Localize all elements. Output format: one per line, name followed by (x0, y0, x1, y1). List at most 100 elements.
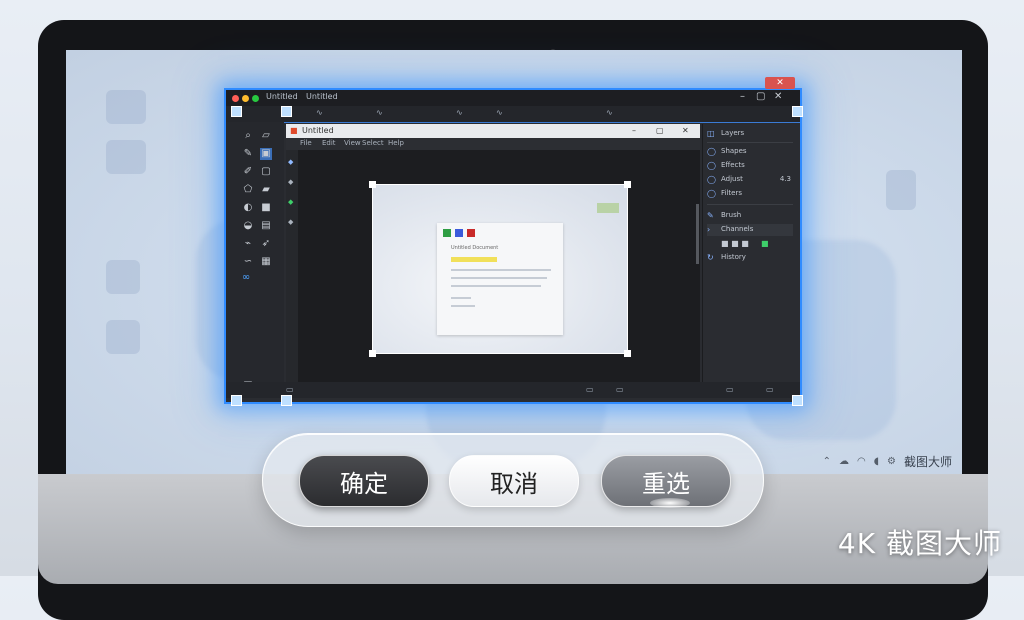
doc-menu-item[interactable]: File (300, 139, 312, 147)
document-titlebar: ■ Untitled – ▢ ✕ (286, 124, 700, 138)
corner-handle[interactable] (369, 181, 376, 188)
corner-handle[interactable] (624, 181, 631, 188)
pen-icon[interactable]: ✎ (242, 148, 254, 160)
minimize-icon[interactable]: – (632, 126, 636, 135)
panel-row[interactable]: ◯ Effects (707, 160, 793, 172)
panel-row[interactable]: ◯ Shapes (707, 146, 793, 158)
panel-row[interactable]: ↻ History (707, 252, 793, 264)
text-line (451, 269, 551, 271)
minimize-icon[interactable]: – (740, 91, 745, 102)
scrollbar[interactable] (696, 204, 699, 264)
resize-handle[interactable] (231, 395, 242, 406)
grid-icon[interactable]: ▦ (260, 256, 272, 268)
square-icon: ■ ■ ■ (721, 239, 749, 248)
tool-icon[interactable]: ∿ (496, 108, 510, 118)
resize-handle[interactable] (281, 106, 292, 117)
maximize-dot[interactable] (252, 95, 259, 102)
highlight-bar (451, 257, 497, 262)
close-capture-button[interactable]: ✕ (765, 77, 795, 89)
panel-row[interactable]: › Channels (707, 224, 793, 236)
close-dot[interactable] (232, 95, 239, 102)
background-tile (106, 320, 140, 354)
circle-icon: ◯ (707, 189, 716, 198)
resize-handle[interactable] (792, 106, 803, 117)
window-tab[interactable]: Untitled (306, 92, 338, 101)
eraser-icon[interactable]: ⬠ (242, 184, 254, 196)
restore-icon[interactable]: ▢ (756, 91, 765, 102)
panel-row-label: Channels (721, 225, 754, 233)
corner-handle[interactable] (624, 350, 631, 357)
doc-menu-item[interactable]: Select (362, 139, 384, 147)
smudge-icon[interactable]: ⌁ (242, 238, 254, 250)
status-item: ▭ (616, 385, 624, 394)
panel-row-value: 4.3 (779, 175, 791, 183)
tool-icon[interactable]: ∿ (376, 108, 390, 118)
circle-icon: ◯ (707, 147, 716, 156)
link-icon[interactable]: ∞ (240, 272, 252, 284)
panel-row[interactable]: ◯ Filters (707, 188, 793, 200)
action-bar: 确定 取消 重选 (262, 433, 764, 527)
cancel-button[interactable]: 取消 (449, 455, 579, 507)
fill-icon[interactable]: ◐ (242, 202, 254, 214)
tool-icon[interactable]: ∿ (316, 108, 330, 118)
panel-row-label: Layers (721, 129, 745, 137)
circle-icon: ◯ (707, 175, 716, 184)
tool-icon[interactable]: ◆ (288, 218, 293, 226)
tool-icon[interactable]: ∿ (456, 108, 470, 118)
settings-icon[interactable]: ⚙ (887, 456, 896, 467)
selection-region[interactable]: Untitled Untitled – ▢ ✕ ∿ ∿ ∿ ∿ ∿ ∿ ⌕ ▱ … (224, 88, 802, 404)
tool-icon[interactable]: ◆ (288, 198, 293, 206)
tool-icon[interactable]: ◆ (288, 158, 293, 166)
brush-icon[interactable]: ✐ (242, 166, 254, 178)
text-icon[interactable]: ◒ (242, 220, 254, 232)
stamp-icon[interactable]: ▤ (260, 220, 272, 232)
taskbar-app-label[interactable]: 截图大师 (904, 453, 952, 470)
rect-icon[interactable]: ■ (260, 202, 272, 214)
panel-row[interactable]: ✎ Brush (707, 210, 793, 222)
panel-row-label: Brush (721, 211, 742, 219)
confirm-button[interactable]: 确定 (299, 455, 429, 507)
text-line (451, 285, 541, 287)
frame-icon[interactable]: ▢ (260, 166, 272, 178)
chevron-up-icon[interactable]: ⌃ (823, 456, 831, 467)
shape-icon[interactable]: ▰ (260, 184, 272, 196)
chevron-right-icon: › (707, 225, 711, 234)
panel-row-label: Effects (721, 161, 745, 169)
resize-handle[interactable] (792, 395, 803, 406)
taskbar-tray: ⌃ ☁ ◠ ◖ ⚙ 截图大师 (823, 453, 952, 470)
resize-handle[interactable] (281, 395, 292, 406)
resize-handle[interactable] (231, 106, 242, 117)
doc-menu-item[interactable]: View (344, 139, 361, 147)
doc-menu-item[interactable]: Edit (322, 139, 336, 147)
app-toolbar: ∿ ∿ ∿ ∿ ∿ ∿ (226, 106, 800, 123)
pencil-icon: ✎ (707, 211, 714, 220)
nested-screenshot: Untitled Document (369, 181, 631, 357)
arrow-icon[interactable]: ➶ (260, 238, 272, 250)
text-line (451, 277, 547, 279)
curve-icon[interactable]: ∽ (242, 256, 254, 268)
crop-icon[interactable]: ▱ (260, 130, 272, 142)
tool-icon[interactable]: ◆ (288, 178, 293, 186)
doc-menu-item[interactable]: Help (388, 139, 404, 147)
lasso-icon[interactable]: ⌕ (242, 130, 254, 142)
volume-icon[interactable]: ◖ (874, 456, 879, 467)
nested-dialog-title: Untitled Document (451, 245, 499, 251)
minimize-dot[interactable] (242, 95, 249, 102)
tool-icon[interactable]: ∿ (606, 108, 620, 118)
panel-row[interactable]: ■ ■ ■ ■ (707, 238, 793, 250)
close-icon[interactable]: ✕ (774, 91, 782, 102)
select-icon[interactable]: ▣ (260, 148, 272, 160)
panel-row[interactable]: ◯ Adjust 4.3 (707, 174, 793, 186)
close-icon[interactable]: ✕ (682, 126, 689, 135)
app-icon (455, 229, 463, 237)
app-icon: ■ (290, 126, 298, 135)
restore-icon[interactable]: ▢ (656, 126, 664, 135)
window-tab[interactable]: Untitled (266, 92, 298, 101)
panel-row[interactable]: ◫ Layers (707, 128, 793, 140)
wifi-icon[interactable]: ◠ (857, 456, 866, 467)
green-icon: ■ (761, 239, 769, 248)
status-item: ▭ (286, 385, 294, 394)
corner-handle[interactable] (369, 350, 376, 357)
background-tile (106, 260, 140, 294)
cloud-icon[interactable]: ☁ (839, 456, 849, 467)
